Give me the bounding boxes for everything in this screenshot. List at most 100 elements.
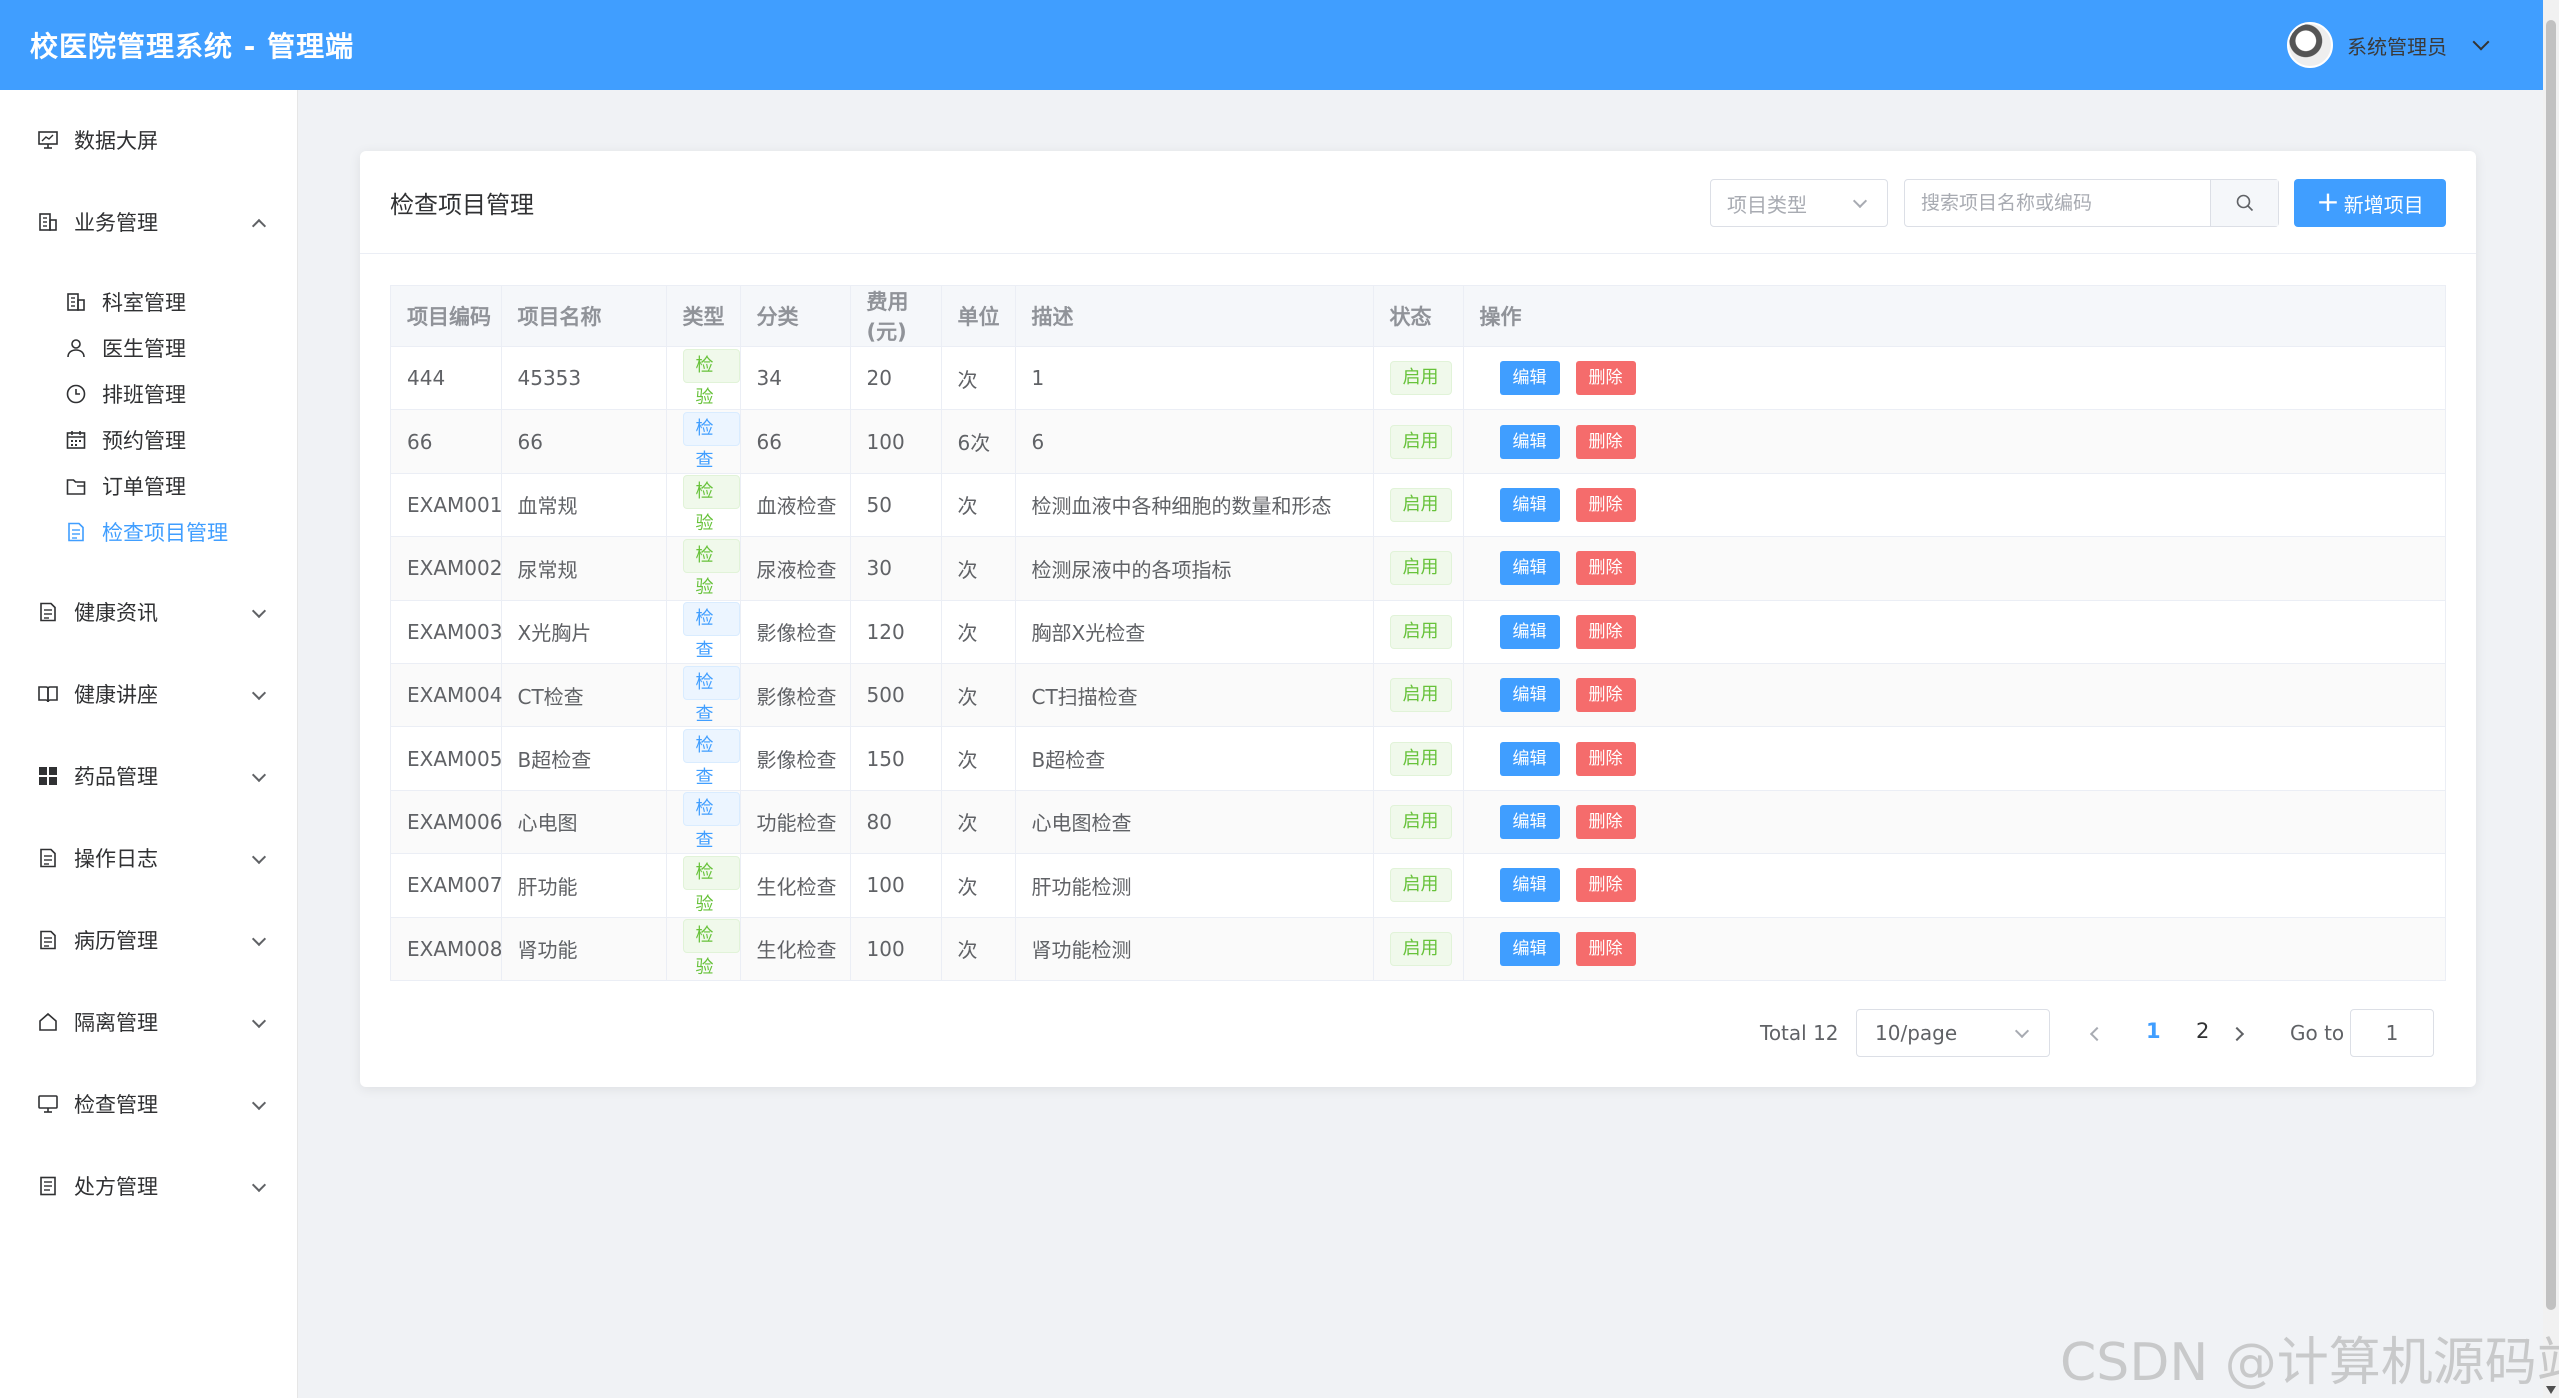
sidebar-item-1[interactable]: 业务管理 (0, 194, 298, 250)
sidebar-item-label: 药品管理 (74, 765, 158, 789)
delete-button[interactable]: 删除 (1575, 868, 1636, 903)
next-page-icon[interactable] (2229, 1026, 2245, 1042)
chevron-down-icon (251, 1013, 267, 1029)
add-item-label: 新增项目 (2343, 192, 2424, 217)
edit-button[interactable]: 编辑 (1499, 487, 1560, 522)
cell-status: 启用 (1373, 473, 1464, 538)
grid-icon (36, 764, 60, 788)
cell-code: EXAM007 (391, 853, 502, 918)
sidebar-item-12[interactable]: 病历管理 (0, 912, 298, 968)
edit-button[interactable]: 编辑 (1499, 361, 1560, 396)
cell-unit: 次 (941, 853, 1016, 918)
cell-category: 生化检查 (740, 853, 851, 918)
delete-button[interactable]: 删除 (1575, 741, 1636, 776)
cell-name: 尿常规 (501, 536, 667, 601)
chevron-down-icon (251, 767, 267, 783)
edit-button[interactable]: 编辑 (1499, 931, 1560, 966)
cell-unit: 次 (941, 346, 1016, 411)
cell-status: 启用 (1373, 600, 1464, 664)
edit-button[interactable]: 编辑 (1499, 551, 1560, 586)
scroll-thumb[interactable] (2546, 20, 2556, 1310)
status-badge: 启用 (1389, 424, 1452, 459)
page-number-1[interactable]: 1 (2146, 1019, 2161, 1043)
cell-category: 34 (740, 346, 851, 411)
edit-button[interactable]: 编辑 (1499, 678, 1560, 713)
column-header: 状态 (1373, 286, 1464, 347)
chevron-down-icon (251, 931, 267, 947)
page-size-select[interactable]: 10/page (1856, 1009, 2050, 1057)
top-header: 校医院管理系统 - 管理端 系统管理员 (0, 0, 2543, 90)
avatar[interactable] (2287, 22, 2333, 68)
search-input[interactable] (1905, 180, 2210, 226)
edit-button[interactable]: 编辑 (1499, 424, 1560, 459)
sidebar-item-15[interactable]: 处方管理 (0, 1158, 298, 1214)
edit-button[interactable]: 编辑 (1499, 741, 1560, 776)
cell-status: 启用 (1373, 663, 1464, 728)
sidebar-item-13[interactable]: 隔离管理 (0, 994, 298, 1050)
cell-actions: 编辑 删除 (1463, 536, 2445, 601)
user-menu[interactable]: 系统管理员 (2287, 22, 2490, 68)
search-box (1904, 179, 2279, 227)
sidebar-item-11[interactable]: 操作日志 (0, 830, 298, 886)
add-item-button[interactable]: + 新增项目 (2294, 179, 2446, 227)
cell-category: 血液检查 (740, 473, 851, 538)
exam-items-table: 项目编码 项目名称 类型 分类 费用(元) 单位 描述 状态 操作 444 45353 检验 34 20… (390, 285, 2446, 982)
cell-type: 检验 (666, 346, 741, 411)
cell-code: EXAM001 (391, 473, 502, 538)
edit-button[interactable]: 编辑 (1499, 614, 1560, 649)
cell-actions: 编辑 删除 (1463, 917, 2445, 981)
type-tag: 检验 (682, 348, 740, 408)
cell-status: 启用 (1373, 346, 1464, 411)
delete-button[interactable]: 删除 (1575, 551, 1636, 586)
table-header-row: 项目编码 项目名称 类型 分类 费用(元) 单位 描述 状态 操作 (391, 286, 2445, 347)
delete-button[interactable]: 删除 (1575, 614, 1636, 649)
cell-type: 检查 (666, 790, 741, 855)
delete-button[interactable]: 删除 (1575, 804, 1636, 839)
sidebar-item-7[interactable]: 检查项目管理 (0, 504, 298, 560)
table-row: EXAM001 血常规 检验 血液检查 50 次检测血液中各种细胞的数量和形态 启用 编辑 删除 (391, 473, 2445, 538)
type-tag: 检验 (682, 475, 740, 534)
cell-actions: 编辑 删除 (1463, 600, 2445, 664)
sidebar-item-10[interactable]: 药品管理 (0, 748, 298, 804)
status-badge: 启用 (1389, 931, 1452, 966)
cell-actions: 编辑 删除 (1463, 726, 2445, 791)
delete-button[interactable]: 删除 (1575, 361, 1636, 396)
chevron-down-icon (251, 1177, 267, 1193)
search-button[interactable] (2210, 180, 2278, 226)
cell-code: 444 (391, 346, 502, 411)
status-badge: 启用 (1389, 804, 1452, 839)
item-type-select[interactable]: 项目类型 (1710, 179, 1888, 227)
edit-button[interactable]: 编辑 (1499, 868, 1560, 903)
monitor-icon (36, 1092, 60, 1116)
page-number-2[interactable]: 2 (2196, 1019, 2209, 1043)
user-name[interactable]: 系统管理员 (2347, 31, 2447, 60)
delete-button[interactable]: 删除 (1575, 931, 1636, 966)
column-header: 单位 (941, 286, 1016, 347)
table-row: 66 66 检查 66 100 6次 6 启用 编辑 删除 (391, 409, 2445, 474)
chevron-down-icon[interactable] (2472, 33, 2490, 51)
page-scrollbar[interactable] (2543, 0, 2559, 1398)
cell-actions: 编辑 删除 (1463, 409, 2445, 474)
sidebar-item-14[interactable]: 检查管理 (0, 1076, 298, 1132)
edit-button[interactable]: 编辑 (1499, 804, 1560, 839)
cell-status: 启用 (1373, 726, 1464, 791)
cell-unit: 次 (941, 790, 1016, 855)
cell-status: 启用 (1373, 917, 1464, 981)
book-icon (36, 682, 60, 706)
cell-category: 尿液检查 (740, 536, 851, 601)
sidebar-item-0[interactable]: 数据大屏 (0, 112, 298, 168)
sidebar-item-8[interactable]: 健康资讯 (0, 584, 298, 640)
goto-page-input[interactable]: 1 (2350, 1009, 2434, 1057)
page-title: 检查项目管理 (390, 190, 534, 219)
prev-page-icon[interactable] (2089, 1026, 2105, 1042)
table-row: EXAM004 CT检查 检查 影像检查 500 次 CT扫描检查 启用 编辑 删除 (391, 663, 2445, 728)
cell-unit: 次 (941, 600, 1016, 664)
cell-actions: 编辑 删除 (1463, 853, 2445, 918)
sidebar-item-9[interactable]: 健康讲座 (0, 666, 298, 722)
delete-button[interactable]: 删除 (1575, 424, 1636, 459)
cell-code: EXAM004 (391, 663, 502, 728)
delete-button[interactable]: 删除 (1575, 487, 1636, 522)
delete-button[interactable]: 删除 (1575, 678, 1636, 713)
cell-fee: 100 (850, 853, 942, 918)
sidebar-item-label: 排班管理 (102, 383, 186, 407)
